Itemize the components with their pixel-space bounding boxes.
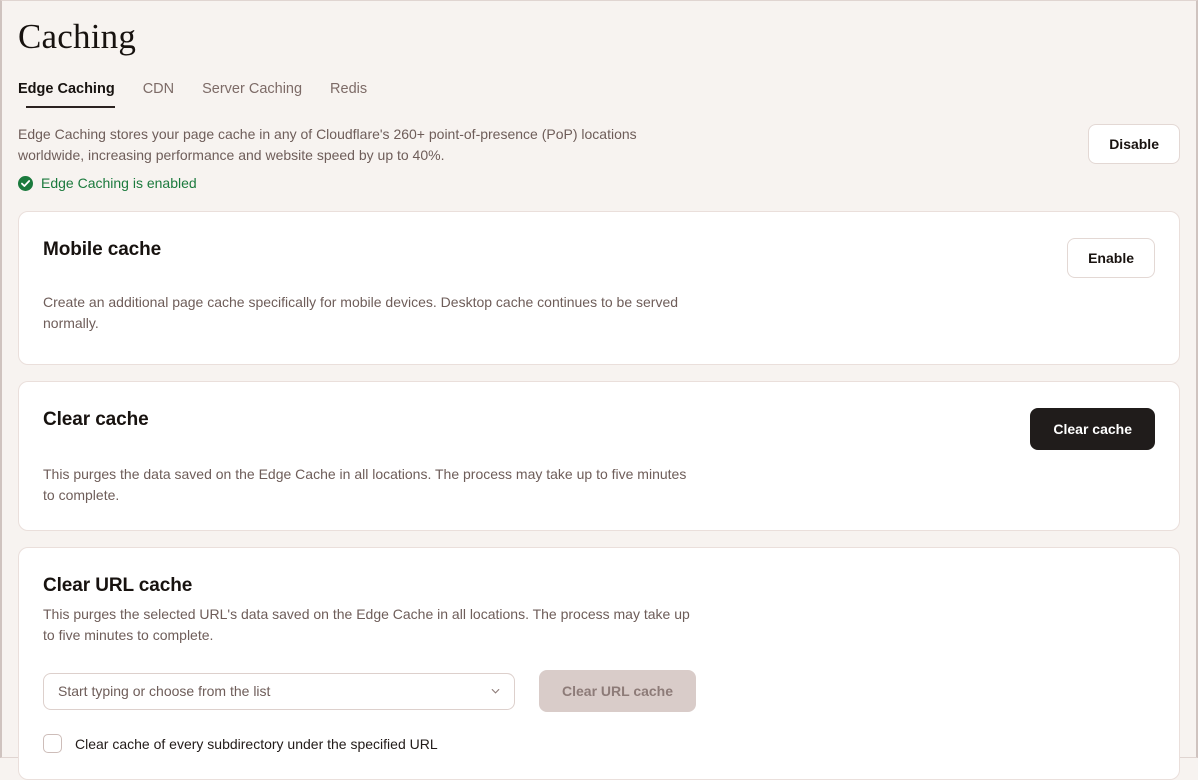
tab-label: Redis bbox=[330, 81, 367, 97]
tab-server-caching[interactable]: Server Caching bbox=[202, 80, 330, 108]
tab-redis[interactable]: Redis bbox=[330, 80, 395, 108]
tab-bar: Edge Caching CDN Server Caching Redis bbox=[18, 80, 1188, 114]
clear-url-cache-button[interactable]: Clear URL cache bbox=[539, 670, 696, 712]
clear-url-form-row: Start typing or choose from the list Cle… bbox=[43, 670, 1155, 712]
chevron-down-icon bbox=[490, 686, 501, 697]
status-text: Edge Caching is enabled bbox=[41, 175, 197, 191]
status-badge: Edge Caching is enabled bbox=[18, 175, 658, 191]
subdirectory-checkbox-row: Clear cache of every subdirectory under … bbox=[43, 734, 1155, 753]
caching-page: Caching Edge Caching CDN Server Caching … bbox=[0, 0, 1198, 758]
check-circle-icon bbox=[18, 176, 33, 191]
clear-cache-card: Clear cache Clear cache This purges the … bbox=[18, 381, 1180, 531]
clear-cache-button[interactable]: Clear cache bbox=[1030, 408, 1155, 450]
enable-mobile-cache-button[interactable]: Enable bbox=[1067, 238, 1155, 278]
intro-left: Edge Caching stores your page cache in a… bbox=[18, 124, 658, 191]
clear-cache-description: This purges the data saved on the Edge C… bbox=[43, 464, 693, 506]
mobile-cache-description: Create an additional page cache specific… bbox=[43, 292, 693, 334]
url-select[interactable]: Start typing or choose from the list bbox=[43, 673, 515, 710]
clear-url-cache-description: This purges the selected URL's data save… bbox=[43, 604, 693, 646]
intro-description: Edge Caching stores your page cache in a… bbox=[18, 124, 658, 166]
tab-label: Edge Caching bbox=[18, 81, 115, 97]
tab-cdn[interactable]: CDN bbox=[143, 80, 202, 108]
subdirectory-checkbox-label[interactable]: Clear cache of every subdirectory under … bbox=[75, 735, 438, 753]
clear-cache-header: Clear cache Clear cache bbox=[43, 408, 1155, 450]
edge-caching-intro: Edge Caching stores your page cache in a… bbox=[18, 124, 1180, 191]
mobile-cache-title: Mobile cache bbox=[43, 238, 161, 262]
tab-label: CDN bbox=[143, 81, 174, 97]
disable-button[interactable]: Disable bbox=[1088, 124, 1180, 164]
tab-label: Server Caching bbox=[202, 81, 302, 97]
page-title: Caching bbox=[18, 19, 1188, 54]
subdirectory-checkbox[interactable] bbox=[43, 734, 62, 753]
tab-active-underline bbox=[26, 106, 115, 108]
clear-url-cache-card: Clear URL cache This purges the selected… bbox=[18, 547, 1180, 780]
mobile-cache-header: Mobile cache Enable bbox=[43, 238, 1155, 278]
mobile-cache-card: Mobile cache Enable Create an additional… bbox=[18, 211, 1180, 365]
clear-cache-title: Clear cache bbox=[43, 408, 149, 432]
tab-edge-caching[interactable]: Edge Caching bbox=[18, 80, 143, 108]
clear-url-cache-title: Clear URL cache bbox=[43, 574, 1155, 598]
url-select-placeholder: Start typing or choose from the list bbox=[58, 682, 270, 700]
